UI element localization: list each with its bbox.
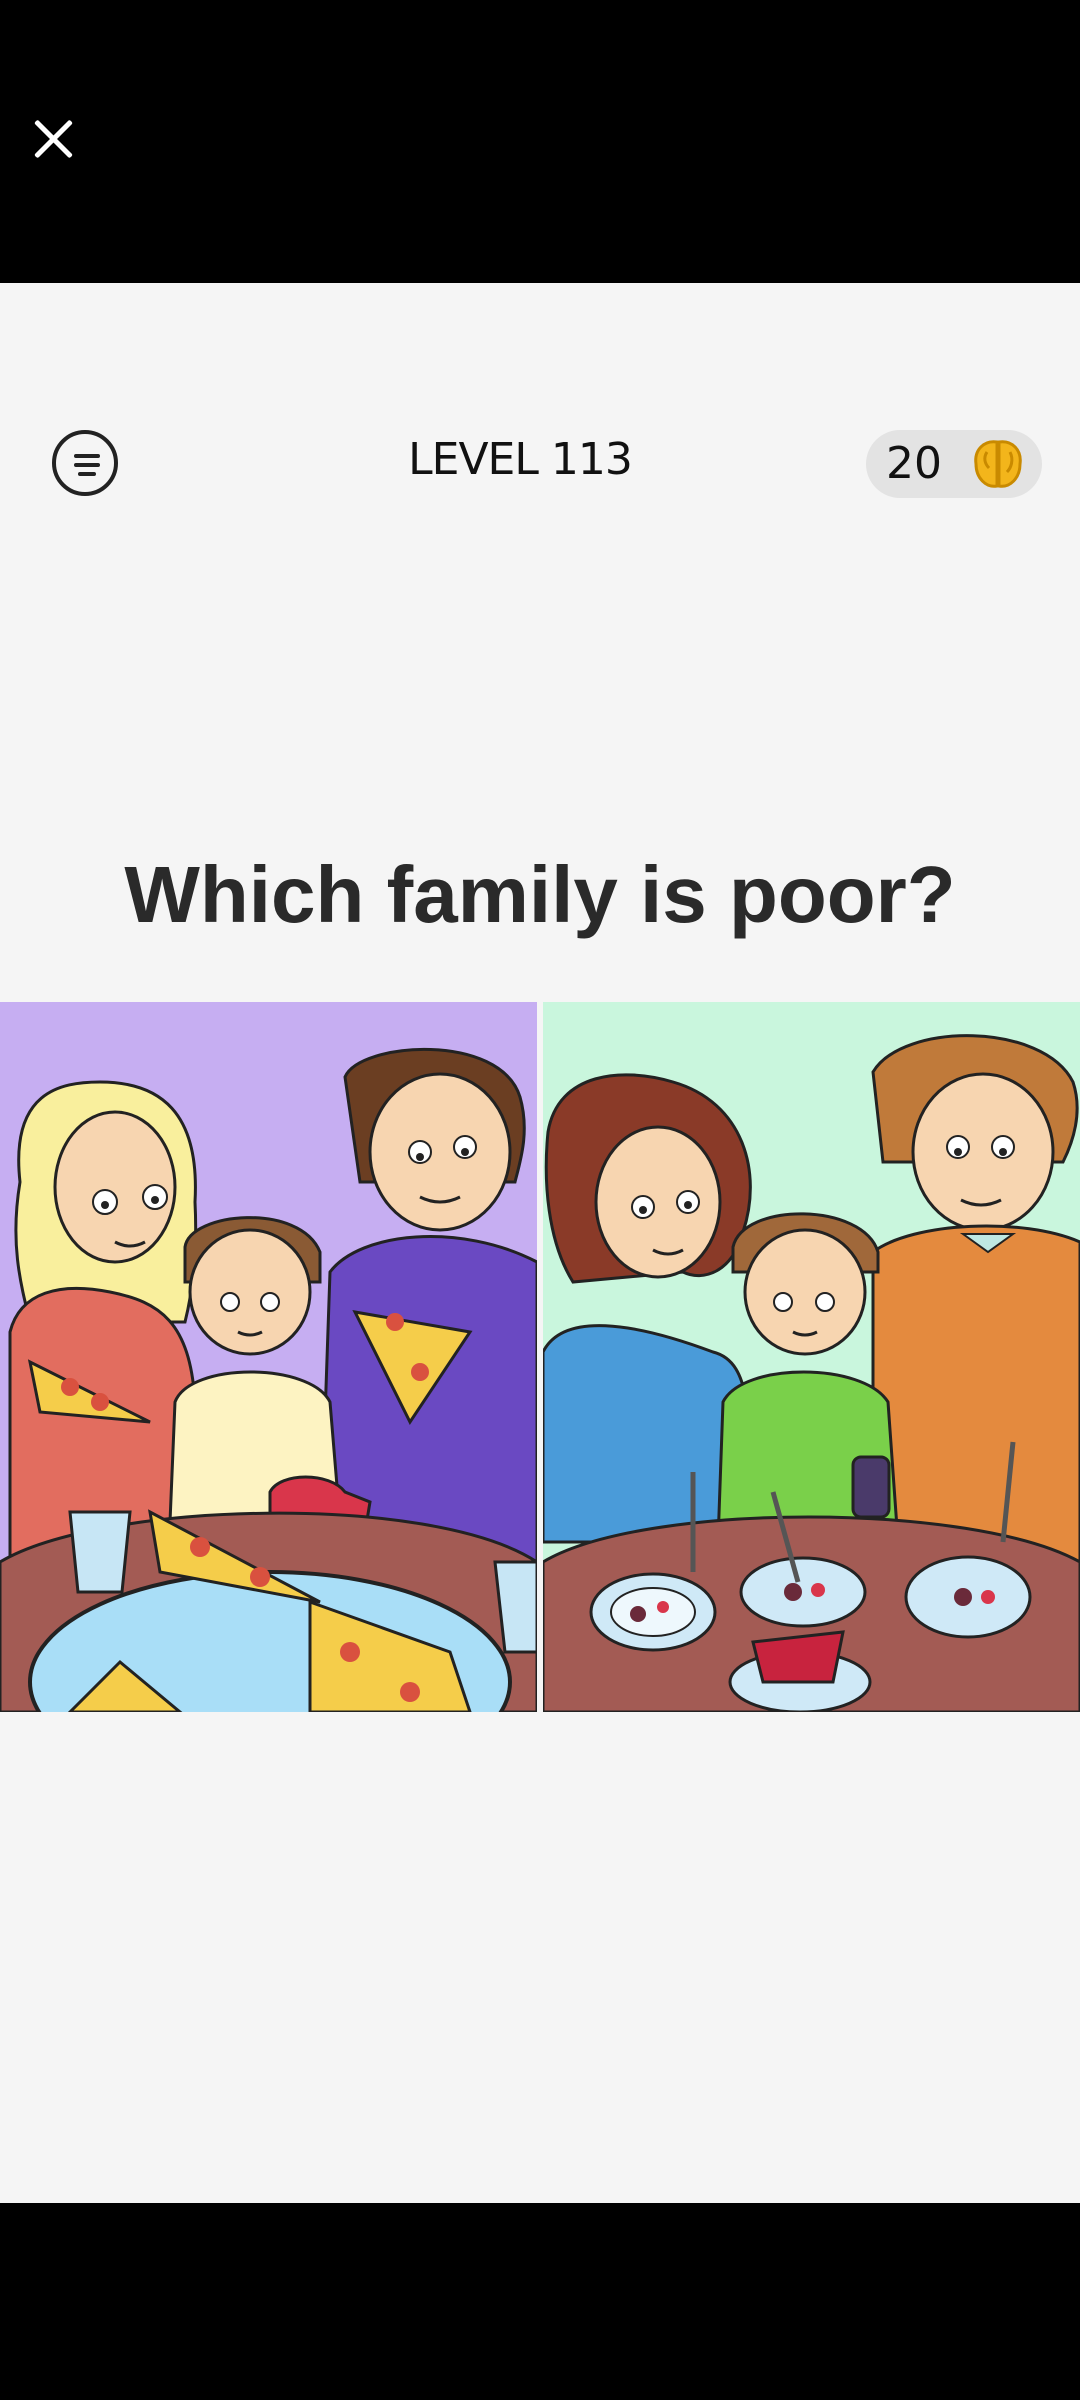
option-right-family[interactable] bbox=[543, 1002, 1080, 1712]
menu-icon-line bbox=[78, 472, 96, 476]
menu-icon-line bbox=[74, 454, 100, 458]
bottom-bar bbox=[0, 2203, 1080, 2400]
question-text: Which family is poor? bbox=[124, 850, 956, 939]
brain-icon bbox=[974, 440, 1022, 488]
menu-button[interactable] bbox=[52, 430, 118, 496]
level-label: LEVEL 113 bbox=[408, 434, 633, 485]
score-value: 20 bbox=[886, 438, 942, 489]
score-badge[interactable]: 20 bbox=[866, 430, 1042, 498]
close-icon[interactable] bbox=[24, 110, 84, 170]
option-left-family[interactable] bbox=[0, 1002, 537, 1712]
menu-icon-line bbox=[74, 463, 100, 467]
top-bar bbox=[0, 0, 1080, 283]
